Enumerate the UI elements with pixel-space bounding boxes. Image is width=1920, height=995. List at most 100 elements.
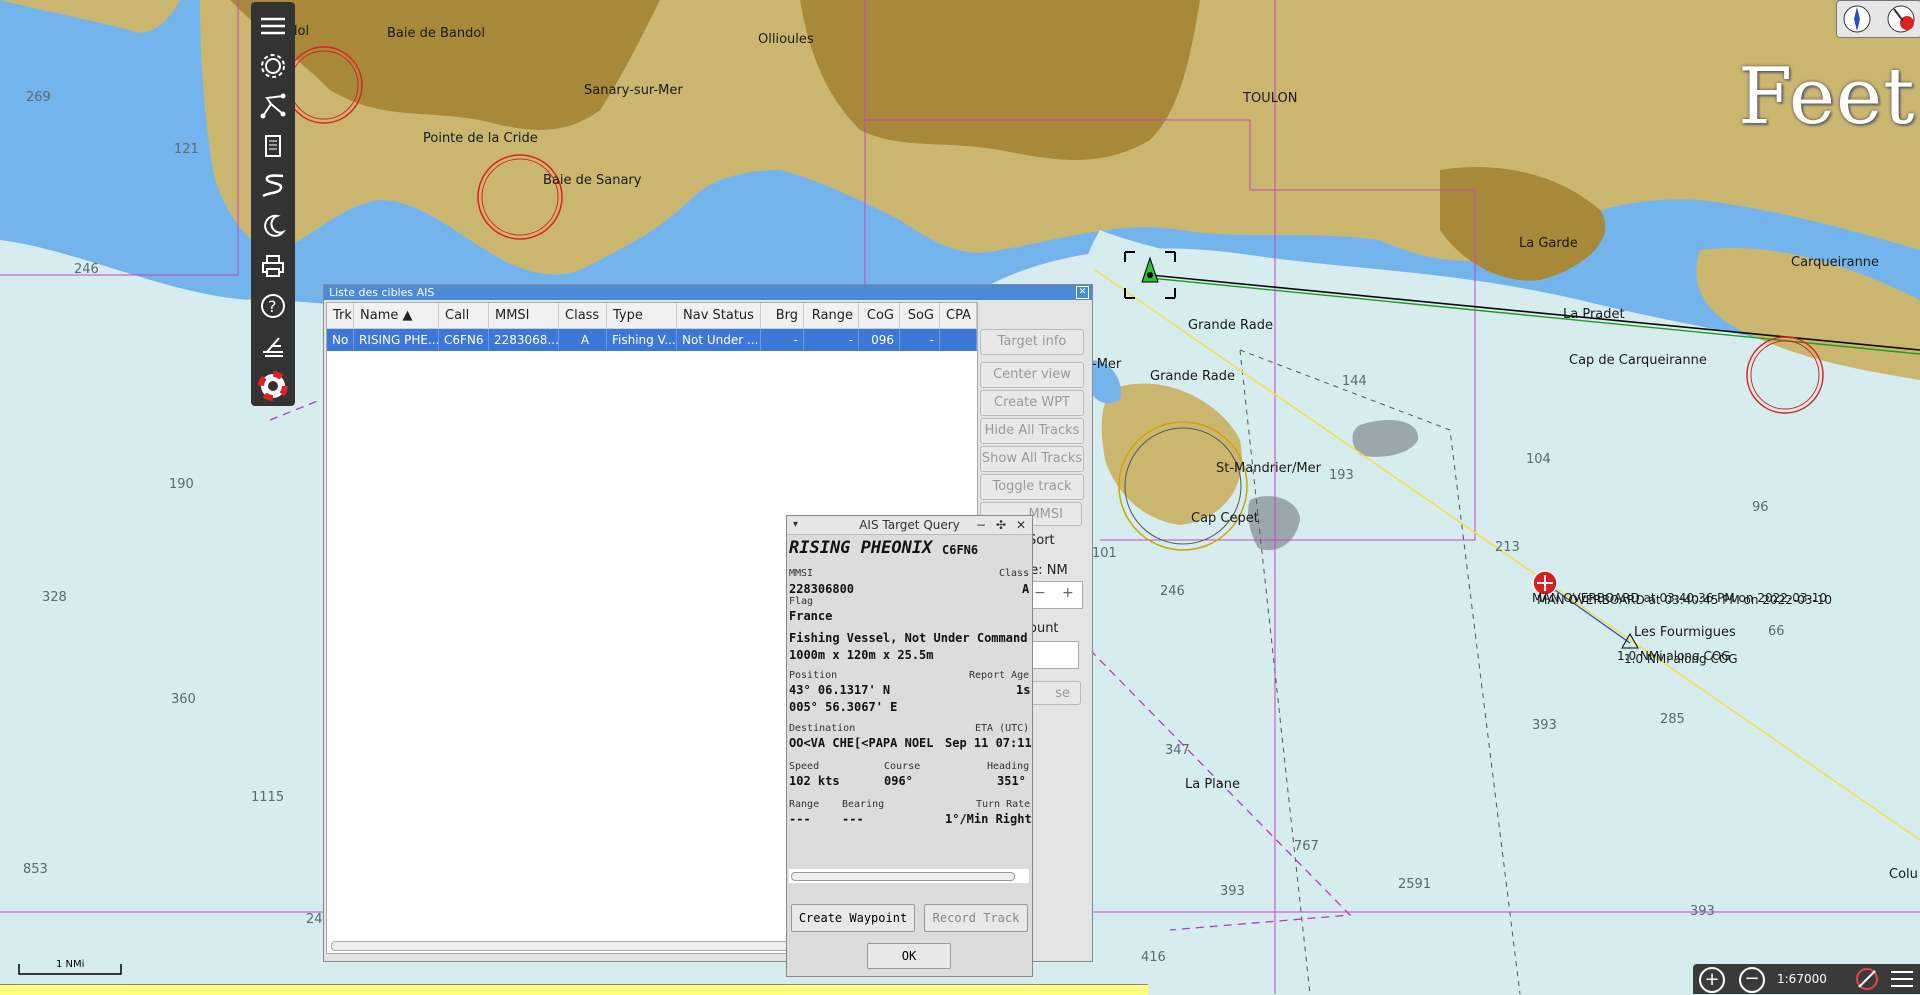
type-status-value: Fishing Vessel, Not Under Command [789, 631, 1028, 645]
plus-icon[interactable]: + [1062, 585, 1074, 601]
dialog-title-bar[interactable]: ▾ AIS Target Query − ✣ ✕ [787, 516, 1032, 535]
print-icon[interactable] [251, 246, 295, 286]
heading-label: Heading [987, 761, 1030, 772]
horizontal-scrollbar[interactable] [789, 869, 1029, 883]
sounding: 104 [1526, 452, 1551, 467]
close-icon[interactable]: ✕ [1076, 286, 1089, 299]
sounding: 269 [26, 90, 51, 105]
sounding: 193 [1329, 468, 1354, 483]
report-age-label: Report Age [969, 670, 1030, 681]
count-field[interactable] [1029, 641, 1079, 669]
range-label: Range [789, 799, 820, 810]
column-header-sog[interactable]: SoG [900, 303, 940, 329]
place-label: Grande Rade [1188, 318, 1273, 333]
place-label: Pointe de la Cride [423, 131, 538, 146]
count-label: ount [1029, 621, 1059, 636]
place-label: Grande Rade [1150, 369, 1235, 384]
mob-icon[interactable] [251, 326, 295, 366]
sounding: 96 [1752, 500, 1769, 515]
class-value: A [1022, 582, 1030, 596]
zoom-scale-value: 1:67000 [1777, 972, 1827, 986]
range-stepper[interactable]: − + [1029, 581, 1083, 609]
place-label: St-Mandrier/Mer [1216, 461, 1321, 476]
place-label: Carqueiranne [1791, 255, 1880, 270]
mob-label: MAN OVERBOARD at 03:40:45 PM on 2022-03-… [1537, 593, 1833, 607]
chevron-down-icon[interactable]: ▾ [793, 516, 798, 534]
flag-value: France [789, 609, 833, 623]
sounding: 393 [1220, 884, 1245, 899]
close-button[interactable]: se [1029, 681, 1081, 705]
turn-rate-value: 1°/Min Right [945, 812, 1032, 826]
cell-name: RISING PHE... [354, 329, 439, 351]
range-value: --- [789, 812, 811, 826]
ok-button[interactable]: OK [867, 943, 951, 969]
scale-label: 1 NMi [56, 959, 85, 970]
column-header-mmsi[interactable]: MMSI [489, 303, 559, 329]
place-label: Colu [1889, 867, 1918, 882]
sounding: 285 [1660, 712, 1685, 727]
horizontal-scrollbar[interactable] [331, 941, 803, 951]
create-wpt-button[interactable]: Create WPT [980, 390, 1084, 416]
column-header-call[interactable]: Call [439, 303, 489, 329]
minimize-icon[interactable]: − [976, 516, 986, 534]
sounding: 853 [23, 862, 48, 877]
minus-icon[interactable]: − [1034, 585, 1046, 601]
sounding: 767 [1294, 839, 1319, 854]
sounding: 360 [171, 692, 196, 707]
place-label: Baie de Bandol [387, 26, 485, 41]
zoom-control: + − 1:67000 [1693, 964, 1920, 994]
night-mode-icon[interactable] [251, 206, 295, 246]
record-track-button[interactable]: Record Track [924, 904, 1028, 932]
sounding: 246 [74, 262, 99, 277]
target-info-button[interactable]: Target info [980, 329, 1084, 355]
menu-icon[interactable] [251, 6, 295, 46]
vessel-callsign: C6FN6 [942, 543, 979, 557]
svg-text:?: ? [268, 297, 277, 316]
position-label: Position [789, 670, 838, 681]
dialog-title-bar[interactable]: Liste des cibles AIS ✕ [324, 285, 1092, 300]
compass-widget[interactable] [1836, 0, 1920, 38]
dimensions-value: 1000m x 120m x 25.5m [789, 648, 934, 662]
cell-nav-status: Not Under ... [677, 329, 761, 351]
sounding: 101 [1092, 546, 1117, 561]
create-waypoint-button[interactable]: Create Waypoint [791, 904, 915, 932]
target-info-panel: RISING PHEONIX C6FN6 MMSI Class 22830680… [787, 535, 1032, 889]
column-header-brg[interactable]: Brg [761, 303, 804, 329]
column-header-type[interactable]: Type [607, 303, 677, 329]
sounding: 393 [1690, 904, 1715, 919]
column-header-name[interactable]: Name ▲ [354, 303, 439, 329]
hide-all-tracks-button[interactable]: Hide All Tracks [980, 418, 1084, 444]
help-icon[interactable]: ? [251, 286, 295, 326]
zoom-out-icon[interactable]: − [1739, 967, 1765, 993]
lifebuoy-icon[interactable] [251, 366, 295, 406]
cell-mmsi: 2283068... [489, 329, 559, 351]
move-icon[interactable]: ✣ [996, 516, 1006, 534]
bearing-value: --- [842, 812, 864, 826]
column-header-cpa[interactable]: CPA [940, 303, 977, 329]
center-view-button[interactable]: Center view [980, 362, 1084, 388]
column-header-range[interactable]: Range [804, 303, 859, 329]
toggle-track-button[interactable]: Toggle track [980, 474, 1084, 500]
report-age-value: 1s [1016, 683, 1031, 697]
chart-bar-menu-icon[interactable] [1889, 968, 1915, 994]
show-all-tracks-button[interactable]: Show All Tracks [980, 446, 1084, 472]
column-header-cog[interactable]: CoG [859, 303, 900, 329]
column-header-nav-status[interactable]: Nav Status [677, 303, 761, 329]
place-label: Ollioules [758, 32, 814, 47]
column-header-class[interactable]: Class [559, 303, 607, 329]
settings-icon[interactable] [251, 46, 295, 86]
sounding: 1115 [251, 790, 285, 805]
track-icon[interactable] [251, 166, 295, 206]
sounding: 66 [1768, 624, 1785, 639]
close-icon[interactable]: ✕ [1016, 516, 1026, 534]
column-header-trk[interactable]: Trk [327, 303, 354, 329]
zoom-in-icon[interactable]: + [1699, 967, 1725, 993]
place-label: Cap de Carqueiranne [1569, 353, 1707, 368]
sounding: 347 [1165, 743, 1190, 758]
document-icon[interactable] [251, 126, 295, 166]
class-label: Class [999, 568, 1030, 579]
quilt-icon[interactable] [1853, 967, 1881, 995]
longitude-value: 005° 56.3067' E [789, 700, 898, 714]
route-icon[interactable] [251, 86, 295, 126]
dialog-title: AIS Target Query [859, 518, 960, 532]
